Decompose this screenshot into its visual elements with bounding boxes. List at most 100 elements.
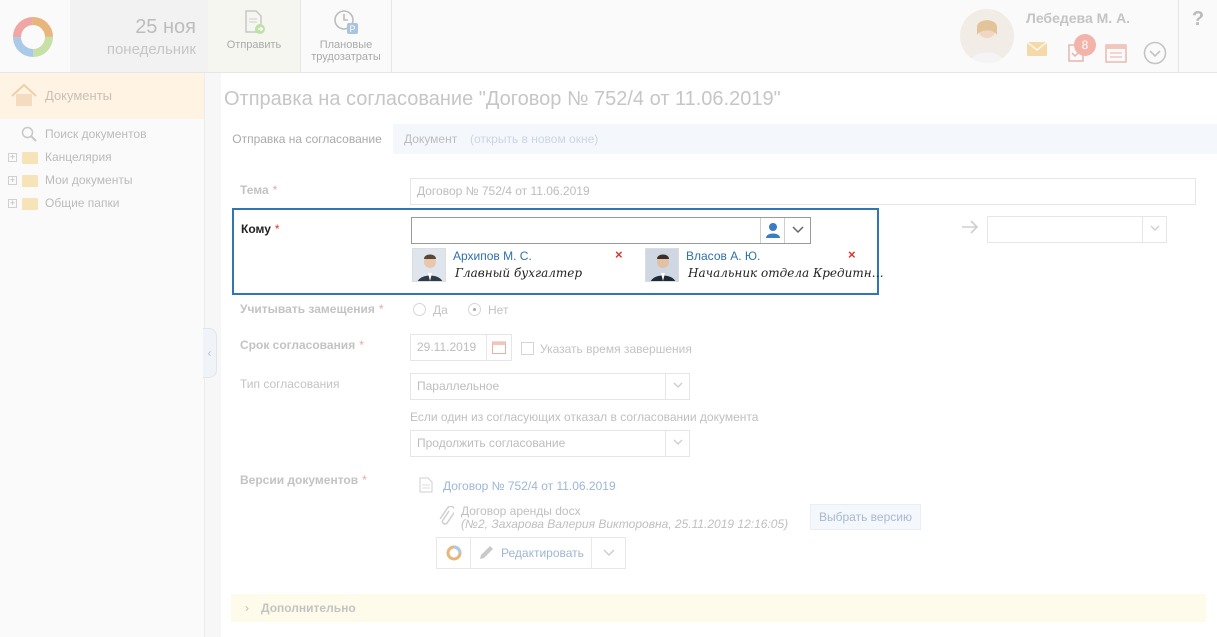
arrow-right-icon <box>961 220 979 237</box>
deadline-label: Срок согласования * <box>240 338 364 352</box>
versions-label: Версии документов * <box>240 473 367 487</box>
approval-type-label: Тип согласования <box>240 377 340 391</box>
chevron-down-icon[interactable] <box>591 538 625 568</box>
chevron-down-icon[interactable] <box>784 218 810 243</box>
remove-recipient-icon[interactable]: × <box>615 247 623 262</box>
pencil-icon <box>477 544 495 565</box>
folder-icon <box>22 175 38 187</box>
approval-type-select[interactable]: Параллельное <box>410 373 690 400</box>
subject-label: Тема * <box>240 183 277 197</box>
document-version-link[interactable]: Договор № 752/4 от 11.06.2019 <box>443 479 616 493</box>
tab-send-for-approval[interactable]: Отправка на согласование <box>221 124 393 154</box>
radio-no[interactable] <box>468 303 481 316</box>
page-title: Отправка на согласование "Договор № 752/… <box>224 88 781 110</box>
planned-effort-button[interactable]: P Плановые трудозатраты <box>300 0 392 72</box>
recipients-highlight: Кому * Архипов М. С. Главный бухгалтер × … <box>232 208 884 295</box>
app-logo-icon[interactable] <box>10 14 56 60</box>
required-mark: * <box>272 183 278 197</box>
mail-icon[interactable] <box>1026 41 1048 59</box>
sidebar-item-shared-folders[interactable]: + Общие папки <box>4 192 204 215</box>
open-new-window-link[interactable]: (открыть в новом окне) <box>470 124 598 154</box>
avatar[interactable] <box>960 9 1014 63</box>
end-time-checkbox[interactable] <box>521 342 534 355</box>
attached-file-name[interactable]: Договор аренды docx <box>461 504 581 518</box>
versions-label-text: Версии документов <box>240 473 359 487</box>
deadline-date-input[interactable]: 29.11.2019 <box>410 334 512 361</box>
send-button[interactable]: Отправить <box>208 0 300 72</box>
calendar-icon[interactable] <box>1105 43 1127 66</box>
app-open-icon[interactable] <box>437 538 471 568</box>
required-mark: * <box>359 338 364 352</box>
planned-badge-letter: P <box>349 24 355 34</box>
sidebar-item-label: Общие папки <box>45 196 120 210</box>
chevron-down-icon[interactable] <box>665 374 689 399</box>
forward-select[interactable] <box>987 216 1167 243</box>
radio-yes[interactable] <box>413 303 426 316</box>
deadline-date-value: 29.11.2019 <box>417 340 477 354</box>
chevron-down-icon[interactable] <box>665 431 689 456</box>
date-block: 25 ноя понедельник <box>70 0 208 72</box>
recipient-photo <box>412 248 446 282</box>
paperclip-icon <box>438 505 456 531</box>
help-button[interactable]: ? <box>1178 0 1217 72</box>
recipient-chip: Власов А. Ю. Начальник отдела Кредитн… × <box>645 247 884 283</box>
reject-note: Если один из согласующих отказал в согла… <box>410 410 759 424</box>
end-time-label: Указать время завершения <box>540 342 692 356</box>
sidebar-item-my-documents[interactable]: + Мои документы <box>4 169 204 192</box>
expand-icon[interactable]: + <box>8 153 17 162</box>
collapse-sidebar-chevron-left-icon[interactable]: ‹ <box>203 328 217 378</box>
to-label-text: Кому <box>241 222 271 236</box>
sidebar-title: Документы <box>45 88 113 103</box>
edit-button-group: Редактировать <box>436 537 626 569</box>
recipient-position: Начальник отдела Кредитн… <box>688 266 884 280</box>
edit-button[interactable]: Редактировать <box>501 546 584 560</box>
tab-document[interactable]: Документ <box>404 124 457 154</box>
chevron-down-icon[interactable] <box>1142 217 1166 242</box>
recipient-photo <box>645 248 679 282</box>
additional-section-toggle[interactable]: › Дополнительно <box>231 594 1206 622</box>
date-day: 25 ноя <box>135 16 196 38</box>
to-label: Кому * <box>241 222 280 236</box>
radio-no-label: Нет <box>488 303 509 317</box>
document-icon <box>419 477 433 496</box>
sidebar-item-search-documents[interactable]: Поиск документов <box>4 123 204 146</box>
send-document-icon <box>245 10 265 34</box>
required-mark: * <box>274 222 280 236</box>
chevron-down-circle-icon[interactable] <box>1143 41 1167 68</box>
tasks-count-badge[interactable]: 8 <box>1074 34 1096 56</box>
additional-label: Дополнительно <box>261 601 356 615</box>
expand-icon[interactable]: + <box>8 199 17 208</box>
approval-type-value: Параллельное <box>417 379 500 393</box>
date-weekday: понедельник <box>106 41 196 58</box>
attached-file-meta: (№2, Захарова Валерия Викторовна, 25.11.… <box>461 517 789 531</box>
deadline-label-text: Срок согласования <box>240 338 356 352</box>
radio-yes-label: Да <box>433 303 448 317</box>
recipient-search-input[interactable] <box>411 217 811 244</box>
subject-input[interactable]: Договор № 752/4 от 11.06.2019 <box>410 178 1196 205</box>
folder-icon <box>22 198 38 210</box>
folder-icon <box>22 152 38 164</box>
calendar-picker-icon[interactable] <box>486 335 511 360</box>
user-picker-icon[interactable] <box>760 218 784 243</box>
reject-action-value: Продолжить согласование <box>417 436 566 450</box>
reject-action-select[interactable]: Продолжить согласование <box>410 430 690 457</box>
expand-icon[interactable]: + <box>8 176 17 185</box>
sidebar: Документы Поиск документов + Канцелярия … <box>0 73 205 637</box>
sidebar-item-chancellery[interactable]: + Канцелярия <box>4 146 204 169</box>
subject-label-text: Тема <box>240 183 269 197</box>
required-mark: * <box>362 473 367 487</box>
user-name[interactable]: Лебедева М. А. <box>1026 10 1130 26</box>
documents-home-icon <box>11 83 37 106</box>
send-label: Отправить <box>226 39 282 51</box>
choose-version-button[interactable]: Выбрать версию <box>810 504 921 530</box>
planned-label-line1: Плановые <box>319 39 373 51</box>
planned-label-line2: трудозатраты <box>311 51 381 63</box>
sidebar-item-label: Поиск документов <box>45 127 147 141</box>
sidebar-section-documents[interactable]: Документы <box>0 73 204 119</box>
remove-recipient-icon[interactable]: × <box>848 247 856 262</box>
recipient-name-link[interactable]: Власов А. Ю. <box>686 249 760 263</box>
clock-icon: P <box>334 10 358 34</box>
sidebar-item-label: Канцелярия <box>45 150 112 164</box>
recipient-name-link[interactable]: Архипов М. С. <box>453 249 532 263</box>
recipient-position: Главный бухгалтер <box>455 266 583 280</box>
